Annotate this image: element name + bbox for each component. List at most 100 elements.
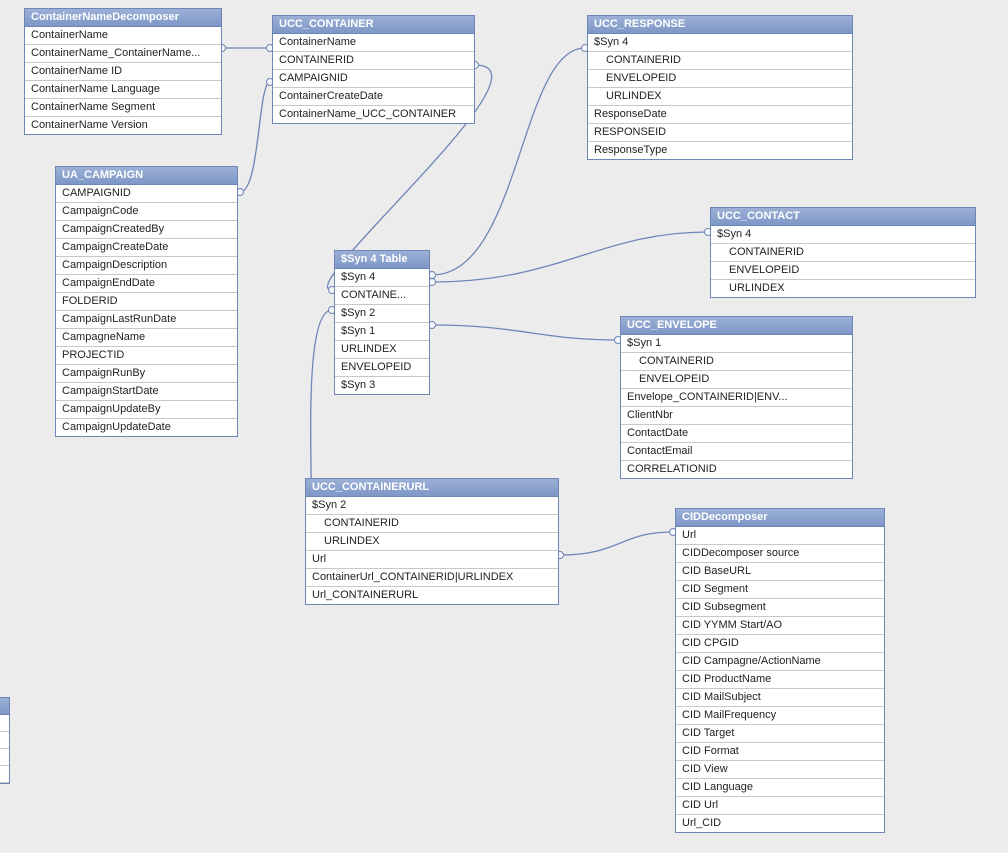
- field-row[interactable]: $Syn 1: [335, 323, 429, 341]
- field-row[interactable]: CONTAINE...: [335, 287, 429, 305]
- field-row[interactable]: $Syn 4: [711, 226, 975, 244]
- entity-uccResponse[interactable]: UCC_RESPONSE $Syn 4CONTAINERIDENVELOPEID…: [587, 15, 853, 160]
- entity-fragment: [0, 697, 10, 784]
- field-row[interactable]: ContainerUrl_CONTAINERID|URLINDEX: [306, 569, 558, 587]
- field-row[interactable]: CONTAINERID: [621, 353, 852, 371]
- field-row[interactable]: CAMPAIGNID: [56, 185, 237, 203]
- field-row[interactable]: $Syn 1: [621, 335, 852, 353]
- field-row[interactable]: CampaignCreatedBy: [56, 221, 237, 239]
- field-row[interactable]: CampaignCreateDate: [56, 239, 237, 257]
- field-row[interactable]: URLINDEX: [711, 280, 975, 297]
- field-row[interactable]: CID MailFrequency: [676, 707, 884, 725]
- field-row[interactable]: $Syn 4: [335, 269, 429, 287]
- field-row[interactable]: ContainerName_UCC_CONTAINER: [273, 106, 474, 123]
- field-row[interactable]: CID Subsegment: [676, 599, 884, 617]
- field-row[interactable]: CID Campagne/ActionName: [676, 653, 884, 671]
- field-row[interactable]: ContainerCreateDate: [273, 88, 474, 106]
- field-row[interactable]: CID BaseURL: [676, 563, 884, 581]
- entity-fields: $Syn 4CONTAINE...$Syn 2$Syn 1URLINDEXENV…: [335, 269, 429, 394]
- field-row[interactable]: CID Url: [676, 797, 884, 815]
- field-row[interactable]: CID YYMM Start/AO: [676, 617, 884, 635]
- field-row[interactable]: Url_CID: [676, 815, 884, 832]
- field-row[interactable]: CONTAINERID: [588, 52, 852, 70]
- field-row[interactable]: PROJECTID: [56, 347, 237, 365]
- field-row[interactable]: ContainerName: [273, 34, 474, 52]
- entity-title: UCC_RESPONSE: [588, 16, 852, 34]
- entity-fields: $Syn 1CONTAINERIDENVELOPEIDEnvelope_CONT…: [621, 335, 852, 478]
- entity-uccContainer[interactable]: UCC_CONTAINER ContainerNameCONTAINERIDCA…: [272, 15, 475, 124]
- entity-fields: UrlCIDDecomposer sourceCID BaseURLCID Se…: [676, 527, 884, 832]
- field-row[interactable]: Url_CONTAINERURL: [306, 587, 558, 604]
- field-row[interactable]: ContainerName: [25, 27, 221, 45]
- field-row[interactable]: CID View: [676, 761, 884, 779]
- field-row[interactable]: CID CPGID: [676, 635, 884, 653]
- field-row[interactable]: ContactEmail: [621, 443, 852, 461]
- field-row[interactable]: ResponseDate: [588, 106, 852, 124]
- field-row[interactable]: CID ProductName: [676, 671, 884, 689]
- field-row[interactable]: CONTAINERID: [273, 52, 474, 70]
- entity-fields: ContainerNameContainerName_ContainerName…: [25, 27, 221, 134]
- field-row[interactable]: CID MailSubject: [676, 689, 884, 707]
- field-row[interactable]: CID Segment: [676, 581, 884, 599]
- field-row[interactable]: Url: [676, 527, 884, 545]
- field-row[interactable]: ContainerName Segment: [25, 99, 221, 117]
- entity-syn4Table[interactable]: $Syn 4 Table $Syn 4CONTAINE...$Syn 2$Syn…: [334, 250, 430, 395]
- field-row[interactable]: CampaignEndDate: [56, 275, 237, 293]
- field-row[interactable]: CONTAINERID: [711, 244, 975, 262]
- field-row[interactable]: $Syn 2: [306, 497, 558, 515]
- field-row[interactable]: CampagneName: [56, 329, 237, 347]
- entity-title: UCC_CONTAINERURL: [306, 479, 558, 497]
- entity-fields: $Syn 4CONTAINERIDENVELOPEIDURLINDEX: [711, 226, 975, 297]
- field-row[interactable]: URLINDEX: [335, 341, 429, 359]
- field-row[interactable]: ContainerName ID: [25, 63, 221, 81]
- field-row[interactable]: ContactDate: [621, 425, 852, 443]
- entity-uccContact[interactable]: UCC_CONTACT $Syn 4CONTAINERIDENVELOPEIDU…: [710, 207, 976, 298]
- entity-containerNameDecomposer[interactable]: ContainerNameDecomposer ContainerNameCon…: [24, 8, 222, 135]
- field-row[interactable]: CampaignStartDate: [56, 383, 237, 401]
- field-row[interactable]: ENVELOPEID: [621, 371, 852, 389]
- field-row[interactable]: URLINDEX: [306, 533, 558, 551]
- field-row[interactable]: CID Language: [676, 779, 884, 797]
- entity-uaCampaign[interactable]: UA_CAMPAIGN CAMPAIGNIDCampaignCodeCampai…: [55, 166, 238, 437]
- field-row[interactable]: CONTAINERID: [306, 515, 558, 533]
- entity-fields: CAMPAIGNIDCampaignCodeCampaignCreatedByC…: [56, 185, 237, 436]
- entity-cidDecomposer[interactable]: CIDDecomposer UrlCIDDecomposer sourceCID…: [675, 508, 885, 833]
- field-row[interactable]: CID Target: [676, 725, 884, 743]
- field-row[interactable]: ENVELOPEID: [711, 262, 975, 280]
- diagram-canvas: ContainerNameDecomposer ContainerNameCon…: [0, 0, 1008, 853]
- field-row[interactable]: Envelope_CONTAINERID|ENV...: [621, 389, 852, 407]
- entity-fields: $Syn 2CONTAINERIDURLINDEXUrlContainerUrl…: [306, 497, 558, 604]
- field-row[interactable]: CORRELATIONID: [621, 461, 852, 478]
- entity-title: UCC_CONTACT: [711, 208, 975, 226]
- field-row[interactable]: ContainerName_ContainerName...: [25, 45, 221, 63]
- entity-title: ContainerNameDecomposer: [25, 9, 221, 27]
- field-row[interactable]: CampaignRunBy: [56, 365, 237, 383]
- field-row[interactable]: $Syn 4: [588, 34, 852, 52]
- field-row[interactable]: Url: [306, 551, 558, 569]
- field-row[interactable]: RESPONSEID: [588, 124, 852, 142]
- entity-title: CIDDecomposer: [676, 509, 884, 527]
- field-row[interactable]: CampaignDescription: [56, 257, 237, 275]
- field-row[interactable]: ResponseType: [588, 142, 852, 159]
- field-row[interactable]: ClientNbr: [621, 407, 852, 425]
- field-row[interactable]: ContainerName Language: [25, 81, 221, 99]
- field-row[interactable]: ENVELOPEID: [335, 359, 429, 377]
- field-row[interactable]: CampaignCode: [56, 203, 237, 221]
- field-row[interactable]: ContainerName Version: [25, 117, 221, 134]
- field-row[interactable]: ENVELOPEID: [588, 70, 852, 88]
- entity-fields: $Syn 4CONTAINERIDENVELOPEIDURLINDEXRespo…: [588, 34, 852, 159]
- entity-uccEnvelope[interactable]: UCC_ENVELOPE $Syn 1CONTAINERIDENVELOPEID…: [620, 316, 853, 479]
- entity-title: UCC_CONTAINER: [273, 16, 474, 34]
- field-row[interactable]: CIDDecomposer source: [676, 545, 884, 563]
- entity-title: UCC_ENVELOPE: [621, 317, 852, 335]
- field-row[interactable]: FOLDERID: [56, 293, 237, 311]
- field-row[interactable]: $Syn 3: [335, 377, 429, 394]
- field-row[interactable]: CID Format: [676, 743, 884, 761]
- entity-uccContainerUrl[interactable]: UCC_CONTAINERURL $Syn 2CONTAINERIDURLIND…: [305, 478, 559, 605]
- field-row[interactable]: CampaignUpdateBy: [56, 401, 237, 419]
- field-row[interactable]: URLINDEX: [588, 88, 852, 106]
- field-row[interactable]: $Syn 2: [335, 305, 429, 323]
- field-row[interactable]: CampaignUpdateDate: [56, 419, 237, 436]
- field-row[interactable]: CAMPAIGNID: [273, 70, 474, 88]
- field-row[interactable]: CampaignLastRunDate: [56, 311, 237, 329]
